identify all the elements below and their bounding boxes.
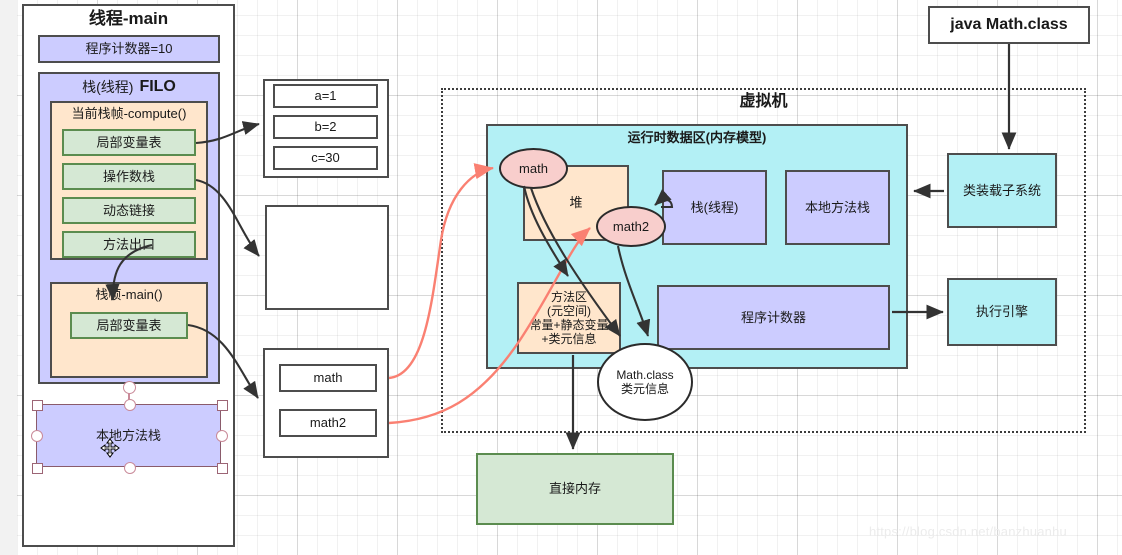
resize-handle-nw[interactable] bbox=[32, 400, 43, 411]
heap-object-math[interactable]: math bbox=[499, 148, 568, 189]
direct-memory-box[interactable]: 直接内存 bbox=[476, 453, 674, 525]
heap-object-math2[interactable]: math2 bbox=[596, 206, 666, 247]
frame-compute-method-exit[interactable]: 方法出口 bbox=[62, 231, 196, 258]
canvas-left-gutter bbox=[0, 0, 17, 555]
execution-engine-box[interactable]: 执行引擎 bbox=[947, 278, 1057, 346]
resize-handle-w[interactable] bbox=[31, 430, 43, 442]
resize-handle-e[interactable] bbox=[216, 430, 228, 442]
program-counter-box[interactable]: 程序计数器=10 bbox=[38, 35, 220, 63]
move-cursor bbox=[100, 438, 120, 458]
java-class-file-box[interactable]: java Math.class bbox=[928, 6, 1090, 44]
vm-native-method-stack-box[interactable]: 本地方法栈 bbox=[785, 170, 890, 245]
frame-compute-local-vars[interactable]: 局部变量表 bbox=[62, 129, 196, 156]
resize-handle-n[interactable] bbox=[124, 399, 136, 411]
frame-main-local-vars[interactable]: 局部变量表 bbox=[70, 312, 188, 339]
class-loader-box[interactable]: 类装载子系统 bbox=[947, 153, 1057, 228]
frame-compute-title: 当前栈帧-compute() bbox=[71, 106, 187, 122]
frame-compute-dynamic-link[interactable]: 动态链接 bbox=[62, 197, 196, 224]
object-ref-math[interactable]: math bbox=[279, 364, 377, 392]
thread-main-title: 线程-main bbox=[88, 8, 169, 28]
resize-handle-ne[interactable] bbox=[217, 400, 228, 411]
connection-point-top[interactable] bbox=[123, 381, 136, 394]
operand-stack-empty-box[interactable] bbox=[265, 205, 389, 310]
resize-handle-s[interactable] bbox=[124, 462, 136, 474]
native-method-stack-left[interactable]: 本地方法栈 bbox=[36, 404, 221, 467]
watermark: https://blog.csdn.net/banzhuanhu bbox=[869, 524, 1067, 539]
resize-handle-se[interactable] bbox=[217, 463, 228, 474]
stack-thread-title-filo: FILO bbox=[139, 77, 176, 95]
virtual-machine-title: 虚拟机 bbox=[739, 92, 788, 110]
locals-value-c[interactable]: c=30 bbox=[273, 146, 378, 170]
frame-main-title: 栈帧-main() bbox=[95, 287, 163, 303]
stack-thread-title-text: 栈(线程) bbox=[82, 78, 134, 95]
object-ref-math2[interactable]: math2 bbox=[279, 409, 377, 437]
frame-compute-operand-stack[interactable]: 操作数栈 bbox=[62, 163, 196, 190]
locals-value-b[interactable]: b=2 bbox=[273, 115, 378, 139]
vm-program-counter-box[interactable]: 程序计数器 bbox=[657, 285, 890, 350]
stack-thread-title: 栈(线程) FILO bbox=[38, 76, 220, 98]
locals-value-a[interactable]: a=1 bbox=[273, 84, 378, 108]
runtime-data-area-title: 运行时数据区(内存模型) bbox=[627, 130, 767, 146]
vm-stack-thread-box[interactable]: 栈(线程) bbox=[662, 170, 767, 245]
resize-handle-sw[interactable] bbox=[32, 463, 43, 474]
method-area-box[interactable]: 方法区 (元空间) 常量+静态变量 +类元信息 bbox=[517, 282, 621, 354]
class-meta-circle[interactable]: Math.class 类元信息 bbox=[597, 343, 693, 421]
